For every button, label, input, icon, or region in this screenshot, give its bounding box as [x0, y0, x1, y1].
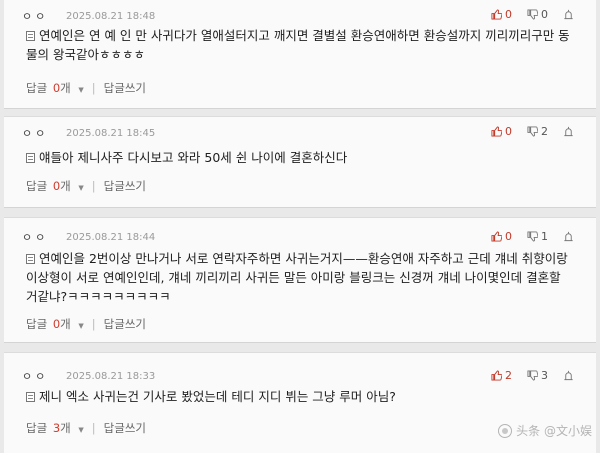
- siren-icon: [564, 231, 573, 242]
- upvote-button[interactable]: 0: [491, 125, 515, 138]
- downvote-button[interactable]: 1: [527, 230, 551, 243]
- report-button[interactable]: [563, 370, 574, 381]
- thumbs-up-icon: [491, 231, 502, 242]
- comment-footer: 답글 0개 ▼ | 답글쓰기: [26, 178, 146, 194]
- downvote-button[interactable]: 2: [527, 125, 551, 138]
- thumbs-up-icon: [491, 126, 502, 137]
- watermark: 头条 @文小娱: [498, 422, 592, 439]
- comment-date: 2025.08.21 18:48: [66, 10, 156, 22]
- comment-text: 연예인은 연 예 인 만 사귀다가 열애설터지고 깨지면 결별설 환승연애하면 …: [26, 28, 570, 62]
- reply-toggle[interactable]: 답글 3개 ▼: [26, 420, 84, 436]
- thumbs-down-icon: [527, 231, 538, 242]
- siren-icon: [564, 9, 573, 20]
- reply-label: 답글: [26, 81, 48, 95]
- reply-unit: 개: [60, 179, 71, 193]
- reply-unit: 개: [60, 81, 71, 95]
- comment-actions: 0 2: [479, 125, 574, 138]
- comment-nickname: ㅇㅇ: [22, 370, 49, 383]
- siren-icon: [564, 126, 573, 137]
- caret-down-icon: ▼: [78, 322, 84, 330]
- write-reply-link[interactable]: 답글쓰기: [104, 80, 146, 96]
- reply-label: 답글: [26, 421, 48, 435]
- comment-actions: 2 3: [479, 369, 574, 382]
- comment-card: ㅇㅇ 2025.08.21 18:45 0 2 얘들아 제니사주 다시보고 와라…: [4, 116, 596, 208]
- write-reply-link[interactable]: 답글쓰기: [104, 420, 146, 436]
- comment-body: 연예인은 연 예 인 만 사귀다가 열애설터지고 깨지면 결별설 환승연애하면 …: [26, 26, 574, 64]
- comment-actions: 0 1: [479, 230, 574, 243]
- document-icon: [26, 392, 35, 402]
- report-button[interactable]: [563, 231, 574, 242]
- comment-date: 2025.08.21 18:44: [66, 231, 156, 243]
- write-reply-link[interactable]: 답글쓰기: [104, 178, 146, 194]
- watermark-text: 头条 @文小娱: [516, 424, 592, 438]
- caret-down-icon: ▼: [78, 86, 84, 94]
- report-button[interactable]: [563, 126, 574, 137]
- comment-nickname: ㅇㅇ: [22, 10, 49, 23]
- comment-date: 2025.08.21 18:45: [66, 127, 156, 139]
- report-button[interactable]: [563, 9, 574, 20]
- reply-toggle[interactable]: 답글 0개 ▼: [26, 80, 84, 96]
- upvote-count: 0: [505, 230, 512, 243]
- thumbs-down-icon: [527, 126, 538, 137]
- caret-down-icon: ▼: [78, 184, 84, 192]
- comment-footer: 답글 3개 ▼ | 답글쓰기: [26, 420, 146, 436]
- comment-meta: ㅇㅇ 2025.08.21 18:33: [22, 369, 155, 383]
- divider: |: [91, 421, 96, 435]
- comment-footer: 답글 0개 ▼ | 답글쓰기: [26, 316, 146, 332]
- reply-label: 답글: [26, 179, 48, 193]
- comment-page: ㅇㅇ 2025.08.21 18:48 0 0 연예인은 연 예 인 만 사귀다…: [0, 0, 600, 453]
- comment-body: 얘들아 제니사주 다시보고 와라 50세 쉰 나이에 결혼하신다: [26, 148, 574, 167]
- comment-card: ㅇㅇ 2025.08.21 18:44 0 1 연예인을 2번이상 만나거나 서…: [4, 217, 596, 343]
- downvote-count: 2: [541, 125, 548, 138]
- downvote-count: 3: [541, 369, 548, 382]
- comment-actions: 0 0: [479, 8, 574, 21]
- watermark-logo-icon: [498, 423, 513, 438]
- reply-unit: 개: [60, 421, 71, 435]
- upvote-count: 0: [505, 125, 512, 138]
- upvote-button[interactable]: 2: [491, 369, 515, 382]
- downvote-count: 0: [541, 8, 548, 21]
- comment-meta: ㅇㅇ 2025.08.21 18:44: [22, 230, 155, 244]
- reply-label: 답글: [26, 317, 48, 331]
- comment-footer: 답글 0개 ▼ | 답글쓰기: [26, 80, 146, 96]
- upvote-count: 0: [505, 8, 512, 21]
- comment-text: 얘들아 제니사주 다시보고 와라 50세 쉰 나이에 결혼하신다: [39, 150, 348, 165]
- comment-nickname: ㅇㅇ: [22, 127, 49, 140]
- siren-icon: [564, 370, 573, 381]
- comment-body: 제니 엑소 사귀는건 기사로 봤었는데 테디 지디 뷔는 그냥 루머 아님?: [26, 387, 574, 406]
- thumbs-up-icon: [491, 370, 502, 381]
- comment-body: 연예인을 2번이상 만나거나 서로 연락자주하면 사귀는거지——환승연애 자주하…: [26, 249, 574, 306]
- comment-meta: ㅇㅇ 2025.08.21 18:45: [22, 126, 155, 140]
- downvote-count: 1: [541, 230, 548, 243]
- thumbs-up-icon: [491, 9, 502, 20]
- downvote-button[interactable]: 3: [527, 369, 551, 382]
- reply-unit: 개: [60, 317, 71, 331]
- divider: |: [91, 179, 96, 193]
- document-icon: [26, 31, 35, 41]
- comment-text: 제니 엑소 사귀는건 기사로 봤었는데 테디 지디 뷔는 그냥 루머 아님?: [39, 389, 396, 404]
- thumbs-down-icon: [527, 370, 538, 381]
- comment-meta: ㅇㅇ 2025.08.21 18:48: [22, 9, 155, 23]
- divider: |: [91, 317, 96, 331]
- document-icon: [26, 153, 35, 163]
- reply-toggle[interactable]: 답글 0개 ▼: [26, 316, 84, 332]
- thumbs-down-icon: [527, 9, 538, 20]
- upvote-button[interactable]: 0: [491, 230, 515, 243]
- comment-text: 연예인을 2번이상 만나거나 서로 연락자주하면 사귀는거지——환승연애 자주하…: [26, 251, 568, 304]
- document-icon: [26, 254, 35, 264]
- downvote-button[interactable]: 0: [527, 8, 551, 21]
- upvote-count: 2: [505, 369, 512, 382]
- write-reply-link[interactable]: 답글쓰기: [104, 316, 146, 332]
- caret-down-icon: ▼: [78, 426, 84, 434]
- comment-date: 2025.08.21 18:33: [66, 370, 156, 382]
- comment-nickname: ㅇㅇ: [22, 231, 49, 244]
- upvote-button[interactable]: 0: [491, 8, 515, 21]
- divider: |: [91, 81, 96, 95]
- comment-card: ㅇㅇ 2025.08.21 18:48 0 0 연예인은 연 예 인 만 사귀다…: [4, 0, 596, 109]
- reply-toggle[interactable]: 답글 0개 ▼: [26, 178, 84, 194]
